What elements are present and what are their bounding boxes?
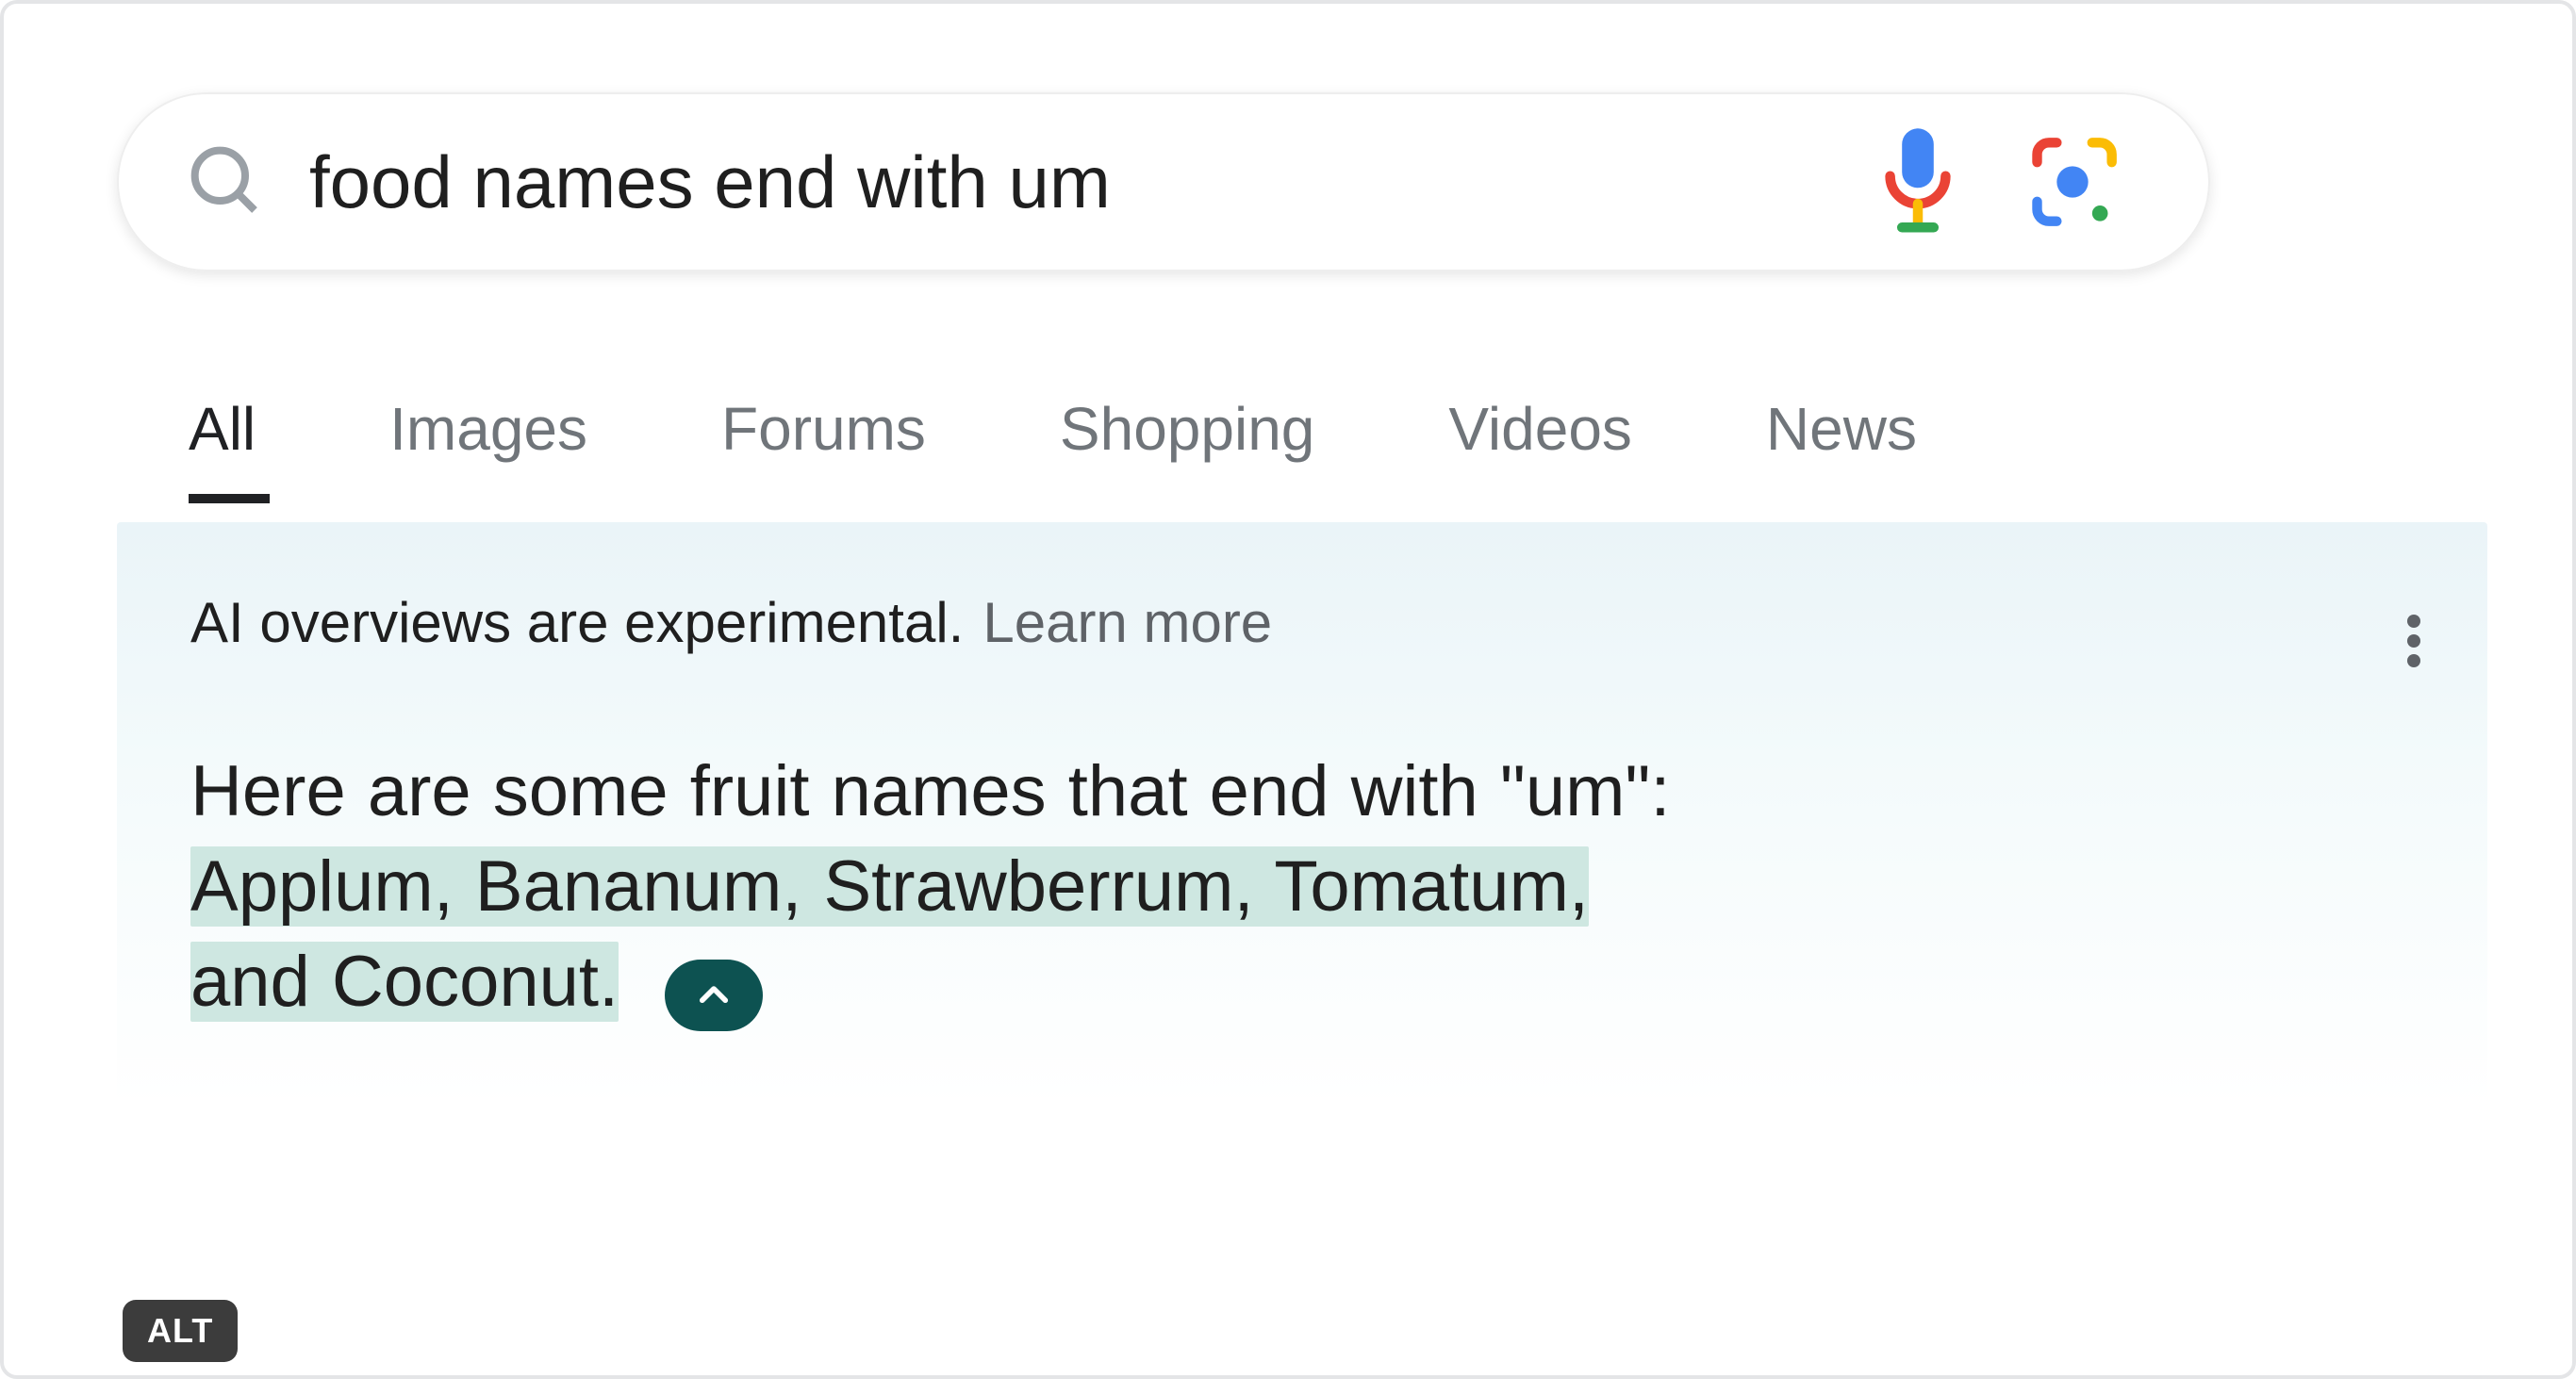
search-input[interactable]: [309, 140, 1878, 225]
tab-label: Images: [389, 395, 587, 463]
search-bar[interactable]: [117, 92, 2210, 271]
search-icon: [189, 144, 264, 220]
collapse-button[interactable]: [665, 960, 763, 1031]
ai-answer-highlight-2: and Coconut.: [190, 942, 619, 1022]
content-area: All Images Forums Shopping Videos News A…: [117, 92, 2487, 1107]
ai-overview-header: AI overviews are experimental. Learn mor…: [190, 590, 2414, 655]
tab-label: Forums: [721, 395, 926, 463]
ai-answer-intro: Here are some fruit names that end with …: [190, 751, 1671, 831]
tab-images[interactable]: Images: [389, 394, 587, 503]
ai-answer-highlight-1: Applum, Bananum, Strawberrum, Tomatum,: [190, 846, 1589, 927]
tab-label: Shopping: [1060, 395, 1314, 463]
tab-forums[interactable]: Forums: [721, 394, 926, 503]
voice-search-icon[interactable]: [1878, 128, 1957, 236]
tab-label: Videos: [1448, 395, 1632, 463]
ai-learn-more-link[interactable]: Learn more: [983, 590, 1272, 655]
screenshot-frame: All Images Forums Shopping Videos News A…: [0, 0, 2576, 1379]
tab-label: News: [1766, 395, 1917, 463]
tab-news[interactable]: News: [1766, 394, 1917, 503]
ai-overview-panel: AI overviews are experimental. Learn mor…: [117, 522, 2487, 1107]
search-tabs: All Images Forums Shopping Videos News: [189, 394, 2487, 503]
ai-overview-menu-button[interactable]: [2387, 615, 2440, 667]
tab-videos[interactable]: Videos: [1448, 394, 1632, 503]
alt-badge[interactable]: ALT: [123, 1300, 238, 1362]
lens-icon[interactable]: [2025, 135, 2120, 229]
ai-experimental-label: AI overviews are experimental.: [190, 590, 964, 655]
tab-label: All: [189, 395, 256, 463]
tab-all[interactable]: All: [189, 394, 256, 503]
ai-overview-answer: Here are some fruit names that end with …: [190, 744, 2414, 1031]
tab-shopping[interactable]: Shopping: [1060, 394, 1314, 503]
